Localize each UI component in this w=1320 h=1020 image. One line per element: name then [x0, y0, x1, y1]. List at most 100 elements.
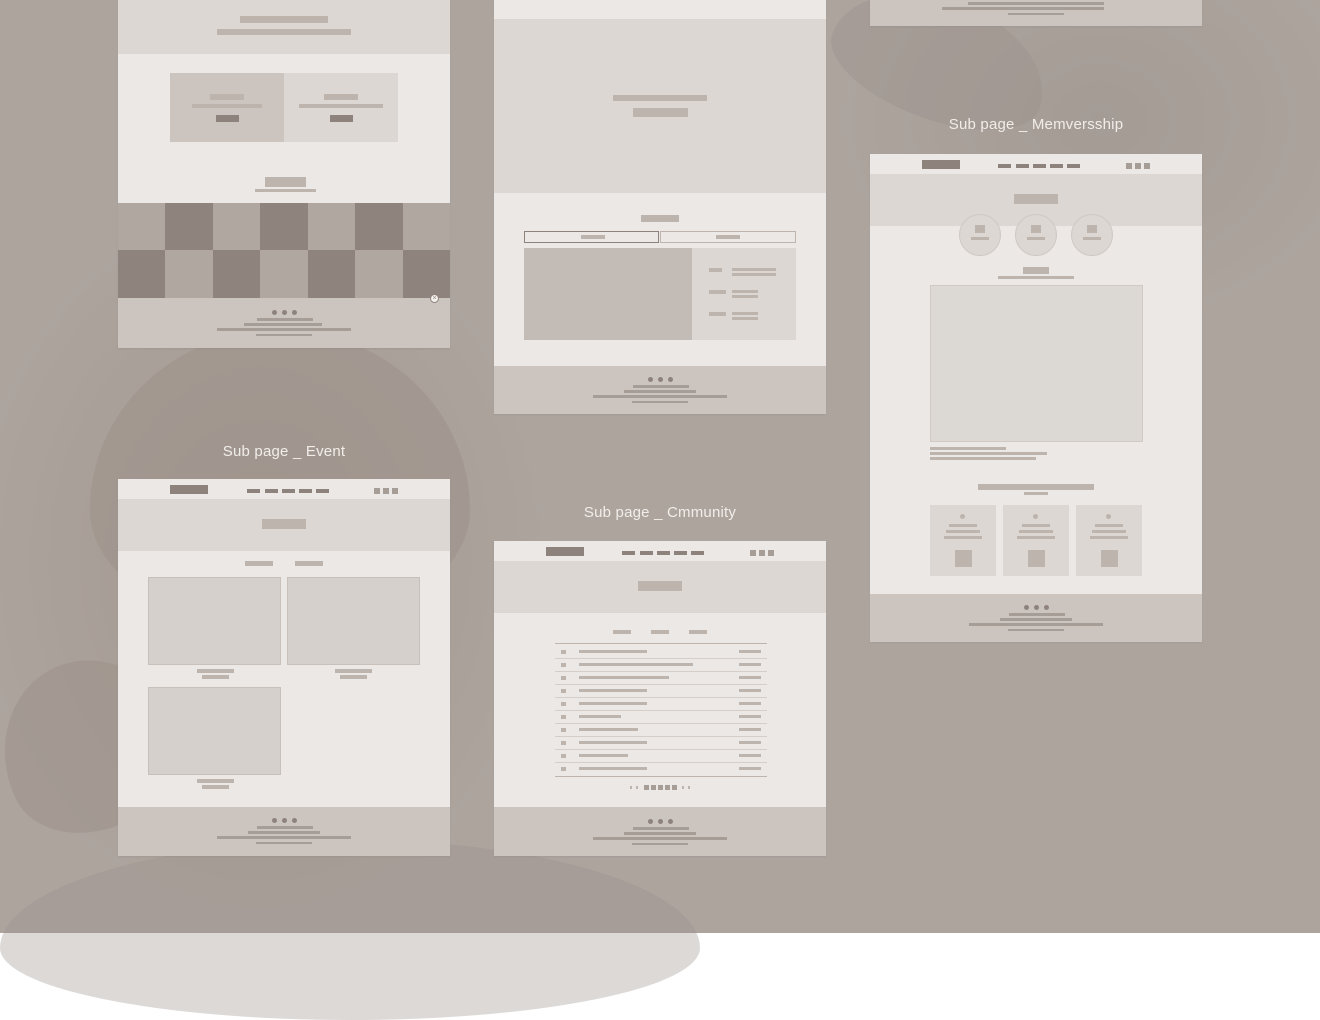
util-icon[interactable]	[750, 550, 756, 556]
social-icon[interactable]	[668, 377, 673, 382]
close-icon[interactable]: ×	[430, 294, 439, 303]
filter-tab[interactable]	[245, 561, 273, 566]
pagination-page[interactable]	[651, 785, 656, 790]
membership-tier-circle[interactable]	[1015, 214, 1057, 256]
pagination-next-icon[interactable]	[688, 786, 690, 789]
artboard-main-bottom[interactable]	[118, 0, 450, 348]
info-label	[709, 268, 722, 272]
nav-item[interactable]	[998, 164, 1011, 168]
pagination-next-icon[interactable]	[682, 786, 684, 789]
social-icon[interactable]	[282, 310, 287, 315]
event-card-image[interactable]	[148, 577, 281, 665]
nav-item[interactable]	[265, 489, 278, 493]
row-number	[561, 754, 566, 758]
nav-item[interactable]	[657, 551, 670, 555]
nav-item[interactable]	[1033, 164, 1046, 168]
placeholder-text	[324, 94, 358, 100]
gallery-tile[interactable]	[118, 250, 165, 298]
social-icon[interactable]	[668, 819, 673, 824]
event-card-image[interactable]	[287, 577, 420, 665]
social-icon[interactable]	[272, 818, 277, 823]
nav-item[interactable]	[622, 551, 635, 555]
row-date	[739, 702, 761, 705]
nav-item[interactable]	[691, 551, 704, 555]
social-icon[interactable]	[1024, 605, 1029, 610]
footer-copyright	[1008, 629, 1064, 631]
nav-item[interactable]	[316, 489, 329, 493]
nav-item[interactable]	[299, 489, 312, 493]
gallery-tile[interactable]	[308, 203, 355, 250]
pagination-page[interactable]	[644, 785, 649, 790]
social-icon[interactable]	[1034, 605, 1039, 610]
social-icon[interactable]	[658, 377, 663, 382]
gallery-tile[interactable]	[260, 250, 308, 298]
event-card-image[interactable]	[148, 687, 281, 775]
gallery-tile[interactable]	[308, 250, 355, 298]
social-icon[interactable]	[648, 819, 653, 824]
gallery-tile[interactable]	[165, 250, 213, 298]
social-icon[interactable]	[658, 819, 663, 824]
placeholder-button[interactable]	[330, 115, 353, 122]
logo[interactable]	[546, 547, 584, 556]
gallery-tile[interactable]	[213, 250, 260, 298]
event-card-title	[335, 669, 372, 673]
social-icon[interactable]	[282, 818, 287, 823]
util-icon[interactable]	[1126, 163, 1132, 169]
pagination-page[interactable]	[672, 785, 677, 790]
placeholder-button[interactable]	[216, 115, 239, 122]
util-icon[interactable]	[759, 550, 765, 556]
membership-tier-circle[interactable]	[1071, 214, 1113, 256]
social-icon[interactable]	[272, 310, 277, 315]
social-icon[interactable]	[1044, 605, 1049, 610]
event-card-title	[197, 669, 234, 673]
gallery-tile[interactable]	[355, 203, 403, 250]
util-icon[interactable]	[374, 488, 380, 494]
nav-item[interactable]	[282, 489, 295, 493]
benefit-icon	[1106, 514, 1111, 519]
gallery-tile[interactable]	[118, 203, 165, 250]
footer-text	[593, 395, 727, 398]
board-tab[interactable]	[613, 630, 631, 634]
artboard-main-middle[interactable]	[494, 0, 826, 414]
benefit-text	[1090, 536, 1128, 539]
util-icon[interactable]	[1144, 163, 1150, 169]
nav-item[interactable]	[247, 489, 260, 493]
social-icon[interactable]	[292, 818, 297, 823]
nav-item[interactable]	[1016, 164, 1029, 168]
pagination-prev-icon[interactable]	[630, 786, 632, 789]
util-icon[interactable]	[768, 550, 774, 556]
logo[interactable]	[170, 485, 208, 494]
gallery-tile[interactable]	[403, 203, 450, 250]
gallery-tile[interactable]	[260, 203, 308, 250]
nav-item[interactable]	[674, 551, 687, 555]
util-icon[interactable]	[1135, 163, 1141, 169]
event-card-date	[340, 675, 367, 679]
gallery-tile[interactable]	[213, 203, 260, 250]
artboard-top-right[interactable]	[870, 0, 1202, 26]
nav-item[interactable]	[640, 551, 653, 555]
nav-item[interactable]	[1050, 164, 1063, 168]
benefit-image	[955, 550, 972, 567]
board-tab[interactable]	[651, 630, 669, 634]
util-icon[interactable]	[392, 488, 398, 494]
event-card-date	[202, 785, 229, 789]
artboard-membership[interactable]	[870, 154, 1202, 642]
gallery-tile[interactable]	[355, 250, 403, 298]
logo[interactable]	[922, 160, 960, 169]
util-icon[interactable]	[383, 488, 389, 494]
artboard-community[interactable]	[494, 541, 826, 856]
pagination-page[interactable]	[658, 785, 663, 790]
nav-item[interactable]	[1067, 164, 1080, 168]
pagination-prev-icon[interactable]	[636, 786, 638, 789]
row-title	[579, 715, 621, 718]
filter-tab[interactable]	[295, 561, 323, 566]
gallery-tile[interactable]	[165, 203, 213, 250]
membership-tier-circle[interactable]	[959, 214, 1001, 256]
benefit-icon	[960, 514, 965, 519]
artboard-event[interactable]	[118, 479, 450, 856]
gallery-tile[interactable]	[403, 250, 450, 298]
board-tab[interactable]	[689, 630, 707, 634]
social-icon[interactable]	[648, 377, 653, 382]
social-icon[interactable]	[292, 310, 297, 315]
pagination-page[interactable]	[665, 785, 670, 790]
